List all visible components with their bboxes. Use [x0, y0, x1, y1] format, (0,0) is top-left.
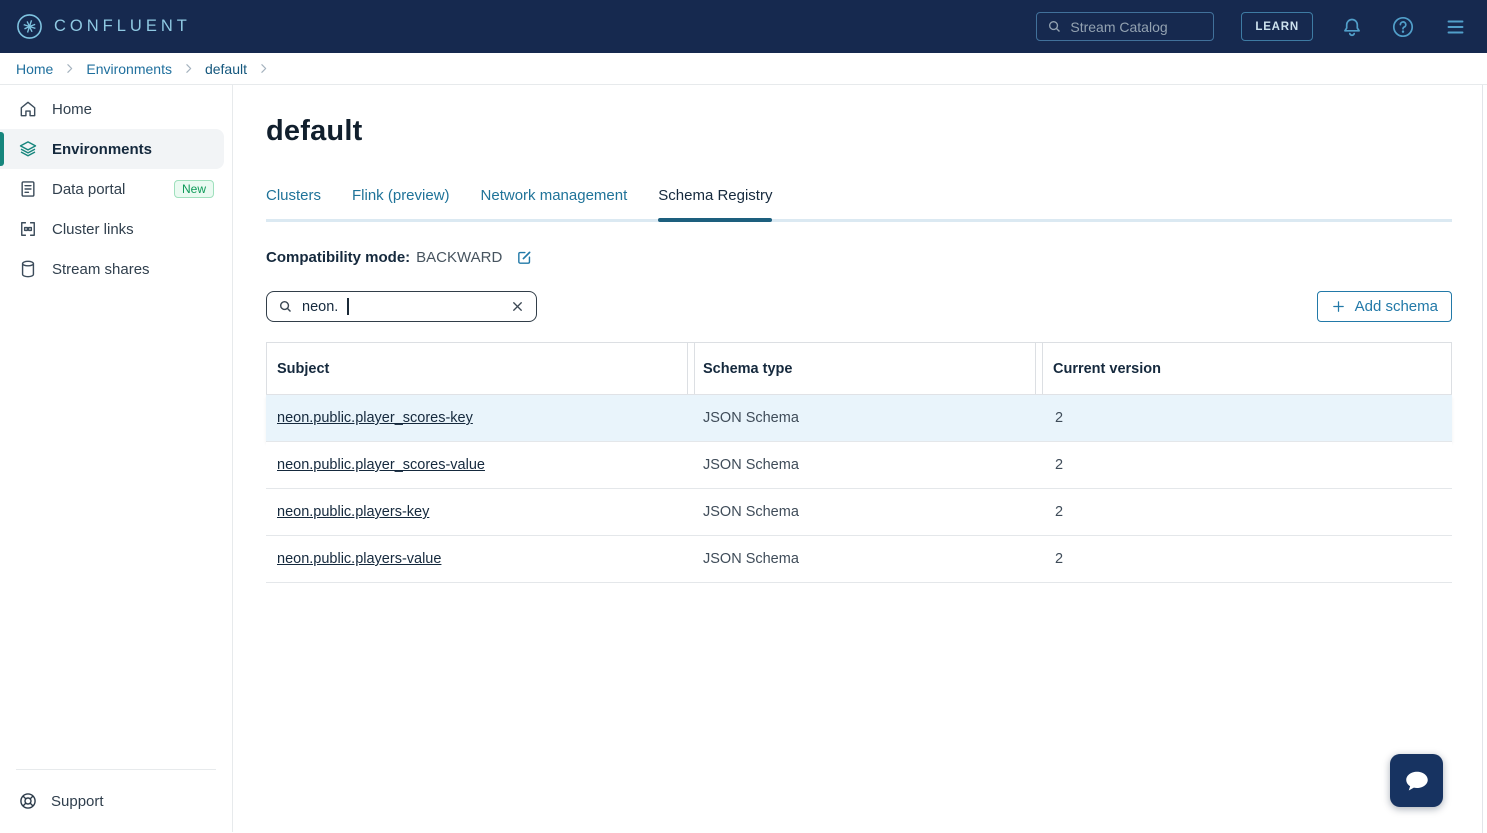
support-label: Support [51, 793, 104, 810]
tab-clusters[interactable]: Clusters [266, 187, 321, 219]
current-version-cell: 2 [1044, 504, 1452, 520]
table-header: Subject Schema type Current version [266, 342, 1452, 395]
sidebar-item-home[interactable]: Home [0, 89, 224, 129]
schema-type-cell: JSON Schema [695, 551, 1044, 567]
layers-icon [18, 139, 38, 159]
scrollbar-track[interactable] [1482, 85, 1483, 833]
text-caret [347, 298, 349, 315]
schema-type-cell: JSON Schema [695, 410, 1044, 426]
topbar-actions: LEARN [1036, 12, 1469, 41]
chat-bubble-icon [1402, 766, 1432, 796]
page-title: default [266, 115, 1452, 148]
confluent-logo[interactable]: CONFLUENT [16, 13, 191, 40]
compatibility-mode-row: Compatibility mode: BACKWARD [266, 249, 1452, 266]
table-row[interactable]: neon.public.player_scores-value JSON Sch… [266, 442, 1452, 489]
hamburger-menu-icon[interactable] [1442, 15, 1469, 39]
brand-name: CONFLUENT [54, 17, 191, 36]
sidebar-item-label: Home [52, 101, 92, 118]
search-icon [1047, 19, 1062, 34]
clear-search-icon[interactable] [510, 299, 525, 314]
confluent-spark-icon [16, 13, 43, 40]
current-version-cell: 2 [1044, 457, 1452, 473]
schema-search-value: neon. [302, 299, 338, 315]
new-badge: New [174, 180, 214, 198]
sidebar-item-cluster-links[interactable]: Cluster links [0, 209, 224, 249]
sidebar-bottom: Support [0, 769, 232, 832]
column-header-schema-type[interactable]: Schema type [694, 343, 1036, 394]
tab-network-management[interactable]: Network management [481, 187, 628, 219]
schema-type-cell: JSON Schema [695, 504, 1044, 520]
table-row[interactable]: neon.public.players-value JSON Schema 2 [266, 536, 1452, 583]
tab-flink-preview[interactable]: Flink (preview) [352, 187, 450, 219]
schema-search-input[interactable]: neon. [266, 291, 537, 322]
tab-bar: Clusters Flink (preview) Network managem… [266, 187, 1452, 222]
current-version-cell: 2 [1044, 551, 1452, 567]
sidebar-item-label: Cluster links [52, 221, 134, 238]
sidebar-item-data-portal[interactable]: Data portal New [0, 169, 224, 209]
breadcrumb: Home Environments default [0, 53, 1487, 85]
sidebar-item-label: Data portal [52, 181, 125, 198]
chat-widget-button[interactable] [1390, 754, 1443, 807]
stream-catalog-input[interactable] [1070, 19, 1203, 35]
tab-schema-registry[interactable]: Schema Registry [658, 187, 772, 219]
main-content: default Clusters Flink (preview) Network… [233, 85, 1487, 832]
top-navbar: CONFLUENT LEARN [0, 0, 1487, 53]
learn-button[interactable]: LEARN [1241, 12, 1313, 41]
column-header-current-version[interactable]: Current version [1042, 343, 1452, 394]
sidebar: Home Environments Data portal New [0, 85, 233, 832]
notifications-bell-icon[interactable] [1340, 15, 1364, 39]
chevron-right-icon [257, 62, 270, 75]
sidebar-item-label: Stream shares [52, 261, 150, 278]
sidebar-item-stream-shares[interactable]: Stream shares [0, 249, 224, 289]
current-version-cell: 2 [1044, 410, 1452, 426]
schema-toolbar: neon. Add schema [266, 291, 1452, 322]
sidebar-item-support[interactable]: Support [0, 770, 232, 832]
chevron-right-icon [63, 62, 76, 75]
subject-link[interactable]: neon.public.player_scores-key [277, 410, 473, 426]
document-icon [18, 179, 38, 199]
subject-link[interactable]: neon.public.players-key [277, 504, 429, 520]
brackets-icon [18, 219, 38, 239]
compatibility-value: BACKWARD [416, 249, 502, 266]
table-row[interactable]: neon.public.player_scores-key JSON Schem… [266, 395, 1452, 442]
chevron-right-icon [182, 62, 195, 75]
breadcrumb-default[interactable]: default [205, 61, 247, 77]
sidebar-item-label: Environments [52, 141, 152, 158]
search-icon [278, 299, 293, 314]
help-icon[interactable] [1391, 15, 1415, 39]
breadcrumb-environments[interactable]: Environments [86, 61, 172, 77]
lifebuoy-icon [18, 791, 38, 811]
add-schema-button[interactable]: Add schema [1317, 291, 1452, 322]
stream-catalog-search[interactable] [1036, 12, 1214, 41]
compatibility-label: Compatibility mode: [266, 249, 410, 266]
edit-pencil-icon[interactable] [516, 249, 533, 266]
schema-table: Subject Schema type Current version neon… [266, 342, 1452, 583]
table-row[interactable]: neon.public.players-key JSON Schema 2 [266, 489, 1452, 536]
sidebar-item-environments[interactable]: Environments [0, 129, 224, 169]
breadcrumb-home[interactable]: Home [16, 61, 53, 77]
plus-icon [1331, 299, 1346, 314]
home-icon [18, 99, 38, 119]
content-layout: Home Environments Data portal New [0, 85, 1487, 832]
column-header-subject[interactable]: Subject [266, 343, 688, 394]
subject-link[interactable]: neon.public.players-value [277, 551, 441, 567]
add-schema-label: Add schema [1355, 298, 1438, 315]
schema-type-cell: JSON Schema [695, 457, 1044, 473]
confluent-app: CONFLUENT LEARN H [0, 0, 1487, 833]
database-icon [18, 259, 38, 279]
subject-link[interactable]: neon.public.player_scores-value [277, 457, 485, 473]
